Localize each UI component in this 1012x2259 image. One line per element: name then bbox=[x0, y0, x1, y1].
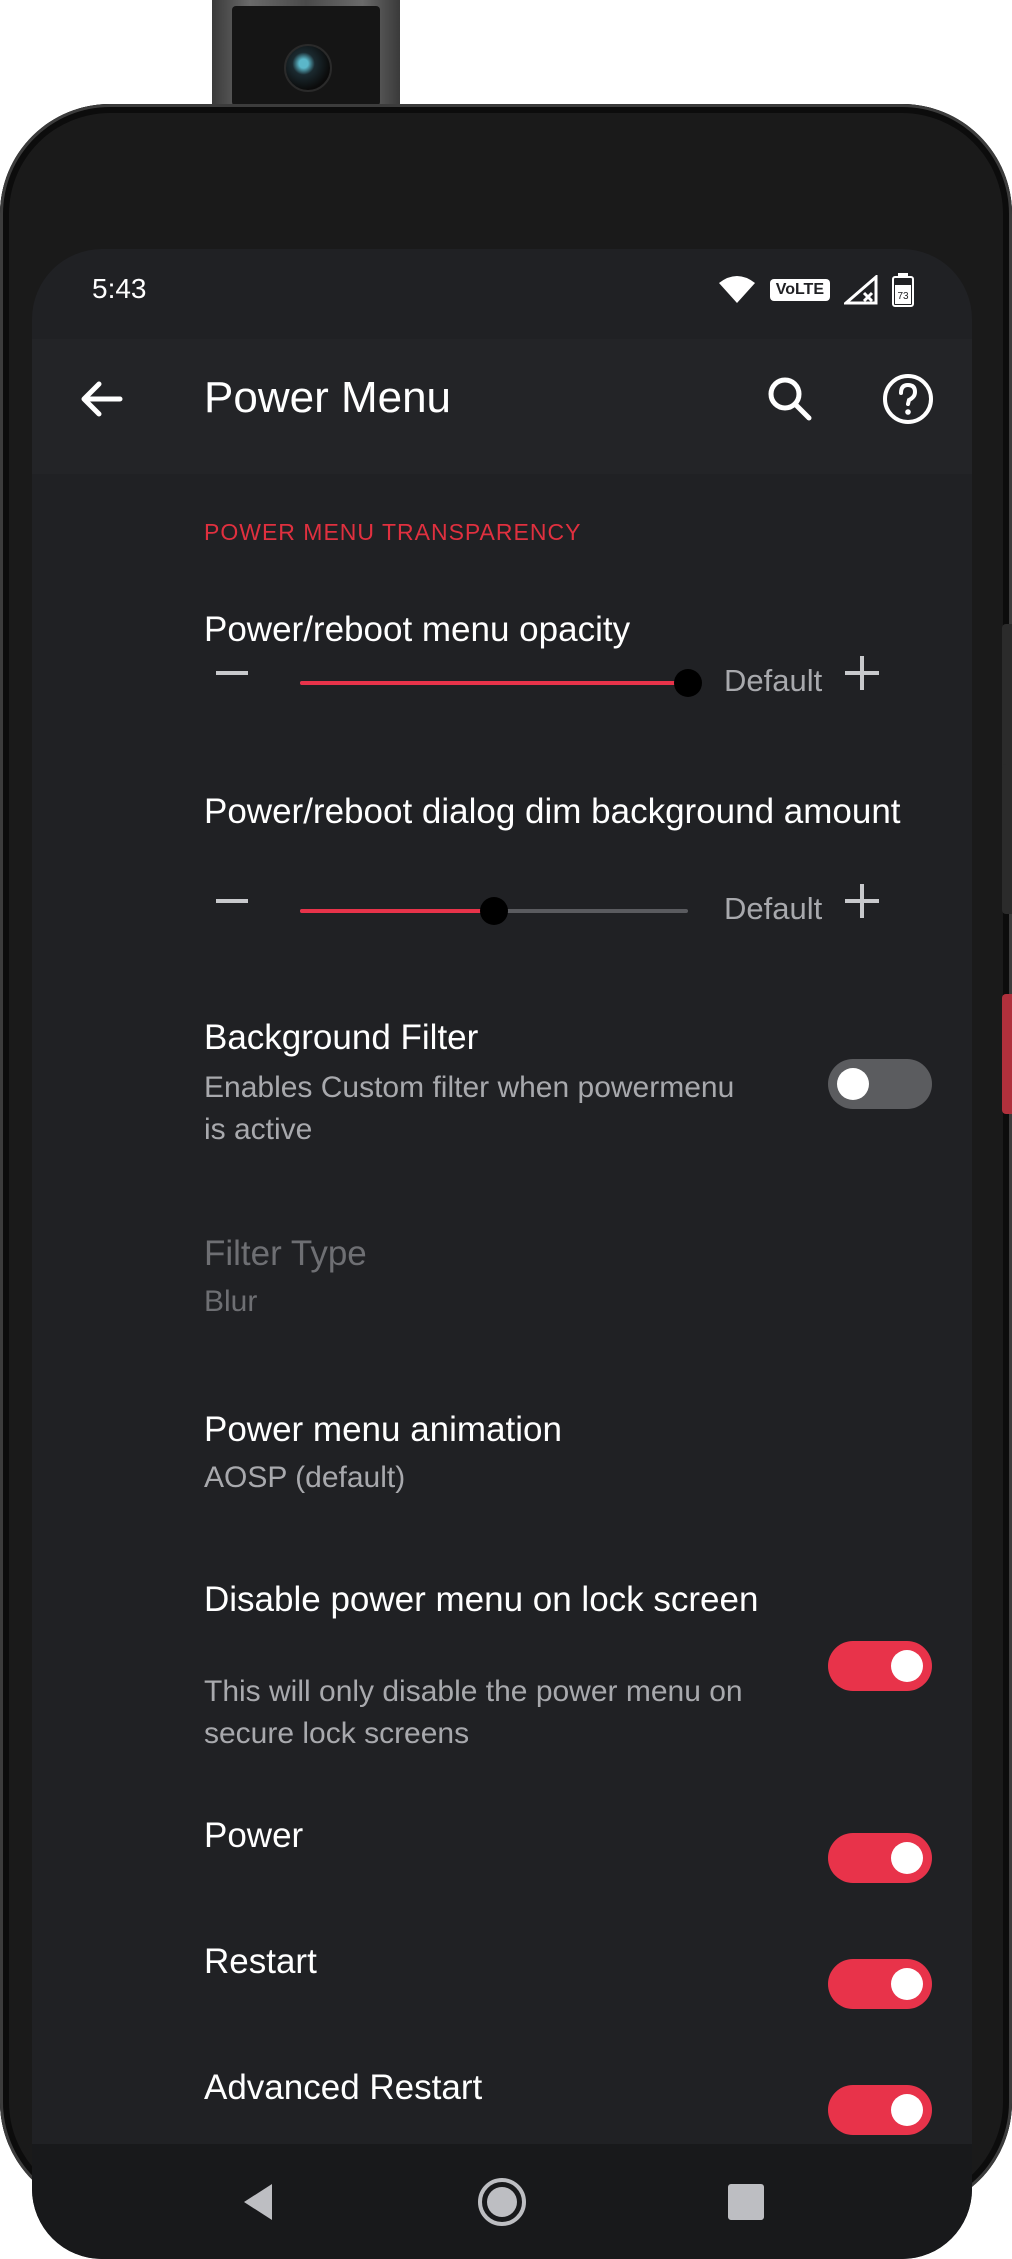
section-header: POWER MENU TRANSPARENCY bbox=[204, 519, 582, 545]
dim-default-label: Default bbox=[724, 891, 823, 926]
power-button bbox=[1002, 994, 1012, 1114]
toggle-knob bbox=[891, 1842, 923, 1874]
minus-icon[interactable] bbox=[214, 883, 250, 919]
dim-slider[interactable] bbox=[300, 897, 688, 925]
screen: 5:43 VoLTE 73 Power Menu POWER MENU TRAN… bbox=[32, 249, 972, 2259]
status-icons: VoLTE 73 bbox=[718, 273, 914, 307]
camera-lens-icon bbox=[284, 44, 332, 92]
disable-lock-summary: This will only disable the power menu on… bbox=[204, 1675, 743, 1750]
power-toggle[interactable] bbox=[828, 1833, 932, 1883]
advanced-restart-title: Advanced Restart bbox=[204, 2068, 483, 2107]
animation-title[interactable]: Power menu animation bbox=[204, 1407, 764, 1453]
animation-summary: AOSP (default) bbox=[204, 1461, 406, 1494]
page-title: Power Menu bbox=[204, 373, 452, 422]
help-icon[interactable] bbox=[880, 371, 936, 427]
home-circle-icon[interactable] bbox=[474, 2174, 530, 2230]
toggle-knob bbox=[891, 1650, 923, 1682]
search-icon[interactable] bbox=[762, 371, 818, 427]
filter-type-title: Filter Type bbox=[204, 1234, 367, 1273]
power-title: Power bbox=[204, 1816, 304, 1855]
dim-slider-thumb[interactable] bbox=[480, 897, 508, 925]
wifi-icon bbox=[718, 276, 755, 303]
background-filter-toggle[interactable] bbox=[828, 1059, 932, 1109]
battery-level: 73 bbox=[897, 291, 909, 302]
minus-icon[interactable] bbox=[214, 655, 250, 691]
opacity-slider[interactable] bbox=[300, 669, 702, 697]
restart-title: Restart bbox=[204, 1942, 317, 1981]
battery-icon: 73 bbox=[892, 273, 914, 307]
signal-icon bbox=[844, 275, 878, 305]
background-filter-summary: Enables Custom filter when powermenu is … bbox=[204, 1071, 735, 1146]
volte-badge: VoLTE bbox=[769, 279, 830, 301]
back-triangle-icon[interactable] bbox=[232, 2174, 288, 2230]
app-bar: Power Menu bbox=[32, 339, 972, 474]
background-filter-title: Background Filter bbox=[204, 1018, 479, 1057]
advanced-restart-toggle[interactable] bbox=[828, 2085, 932, 2135]
opacity-title: Power/reboot menu opacity bbox=[204, 610, 631, 649]
back-arrow-icon[interactable] bbox=[72, 369, 132, 429]
phone-frame: 5:43 VoLTE 73 Power Menu POWER MENU TRAN… bbox=[0, 104, 1012, 2259]
opacity-default-label: Default bbox=[724, 663, 823, 698]
recents-square-icon[interactable] bbox=[718, 2174, 774, 2230]
toggle-knob bbox=[891, 1968, 923, 2000]
toggle-knob bbox=[837, 1068, 869, 1100]
disable-lock-toggle[interactable] bbox=[828, 1641, 932, 1691]
navigation-bar bbox=[32, 2144, 972, 2259]
toggle-knob bbox=[891, 2094, 923, 2126]
dim-title: Power/reboot dialog dim background amoun… bbox=[204, 792, 901, 831]
plus-icon[interactable] bbox=[842, 881, 882, 921]
dim-slider-fill bbox=[300, 909, 494, 913]
volume-button bbox=[1002, 624, 1012, 774]
opacity-slider-thumb[interactable] bbox=[674, 669, 702, 697]
filter-type-summary: Blur bbox=[204, 1285, 258, 1318]
plus-icon[interactable] bbox=[842, 653, 882, 693]
opacity-slider-fill bbox=[300, 681, 688, 685]
status-time: 5:43 bbox=[92, 273, 147, 304]
volume-button bbox=[1002, 764, 1012, 914]
restart-toggle[interactable] bbox=[828, 1959, 932, 2009]
disable-lock-title: Disable power menu on lock screen bbox=[204, 1580, 759, 1619]
